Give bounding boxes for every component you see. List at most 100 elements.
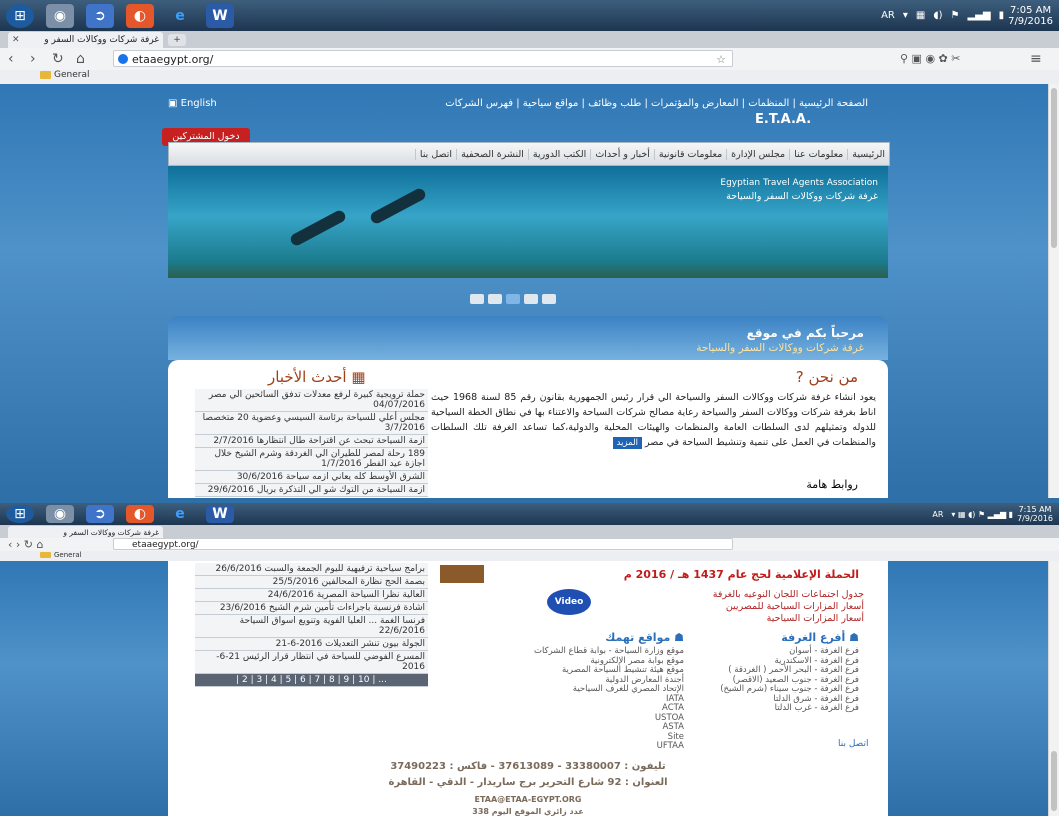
word-taskbar-icon[interactable]: W	[206, 505, 234, 523]
site-icon	[118, 54, 128, 64]
phone-fax: تليفون : 33380007 - 37613089 - فاكس : 37…	[390, 761, 666, 772]
menu-icon[interactable]: ≡	[1030, 51, 1042, 67]
english-link[interactable]: ▣ English	[168, 98, 217, 109]
forward-button[interactable]: ›	[30, 51, 36, 67]
site-logo[interactable]: E.T.A.A.	[755, 112, 811, 127]
address-bar[interactable]: etaaegypt.org/ ☆	[113, 50, 733, 67]
menu-press[interactable]: النشرة الصحفية	[456, 148, 528, 160]
address-bar[interactable]: etaaegypt.org/	[113, 538, 733, 550]
start-button[interactable]: ⊞	[6, 3, 34, 28]
news-pagination[interactable]: ... | 10 | 9 | 8 | 7 | 6 | 5 | 4 | 3 | 2…	[195, 674, 428, 687]
org-name-en: Egyptian Travel Agents Association	[720, 178, 878, 188]
chrome-taskbar-icon[interactable]: ◉	[46, 505, 74, 523]
signal-icon[interactable]: ▂▄▆	[967, 10, 990, 21]
news-item[interactable]: ازمة السياحة تبحث عن اقتراحة طال انتظاره…	[195, 435, 428, 448]
news-item[interactable]: المسرع الفوضي للسياحة في انتظار قرار الر…	[195, 651, 428, 674]
email[interactable]: ETAA@ETAA-EGYPT.ORG	[170, 795, 886, 804]
close-tab-icon[interactable]: ✕	[12, 35, 20, 45]
sites-list: موقع وزارة السياحة - بوابة قطاع الشركات …	[524, 646, 684, 752]
chrome-taskbar-icon[interactable]: ◉	[46, 3, 74, 28]
news-item[interactable]: برامج سياحية ترفيهية لليوم الجمعة والسبت…	[195, 563, 428, 576]
hajj-thumbnail[interactable]	[440, 565, 484, 583]
back-button[interactable]: ‹	[8, 51, 14, 67]
clock[interactable]: 7:15 AM 7/9/2016	[1017, 505, 1053, 523]
page-scrollbar[interactable]	[1048, 84, 1059, 498]
bookmarks-bar: General	[0, 70, 1059, 84]
app-taskbar-icon[interactable]: ➲	[86, 3, 114, 28]
committees-schedule-link[interactable]: جدول اجتماعات اللجان النوعيه بالغرفة	[713, 589, 864, 600]
menu-books[interactable]: الكتب الدورية	[527, 148, 590, 160]
news-item[interactable]: اشادة فرنسية باجراءات تأمين شرم الشيخ 23…	[195, 602, 428, 615]
slider-pager[interactable]	[470, 294, 580, 308]
bookmark-general[interactable]: General	[54, 70, 89, 80]
language-indicator[interactable]: AR	[932, 510, 943, 519]
prices-link[interactable]: أسعار المزارات السياحية	[767, 613, 864, 624]
page-scrollbar-2[interactable]	[1048, 561, 1059, 816]
windows-taskbar-2: ⊞ ◉ ➲ ◐ e W AR ▾ ▦ ◖) ⚑ ▂▄▆ ▮ 7:15 AM 7/9…	[0, 503, 1059, 525]
news-heading: أحدث الأخبار ▦	[268, 368, 366, 386]
extensions-icons[interactable]: ⚲ ▣ ◉ ✿ ✂	[900, 51, 960, 67]
home-button[interactable]: ⌂	[76, 51, 85, 67]
clock[interactable]: 7:05 AM 7/9/2016	[1008, 5, 1053, 27]
video-button[interactable]: Video	[547, 589, 591, 615]
address-row-2: ‹ › ↻ ⌂ etaaegypt.org/	[0, 538, 1059, 551]
language-indicator[interactable]: AR	[881, 10, 895, 21]
news-list-continued: برامج سياحية ترفيهية لليوم الجمعة والسبت…	[195, 563, 428, 687]
battery-icon[interactable]: ▮	[999, 10, 1005, 21]
ie-taskbar-icon[interactable]: e	[166, 505, 194, 523]
menu-board[interactable]: مجلس الإدارة	[726, 148, 789, 160]
app-taskbar-icon[interactable]: ➲	[86, 505, 114, 523]
branches-heading: ☗ أفرع الغرفة	[781, 631, 859, 644]
firefox-taskbar-icon[interactable]: ◐	[126, 505, 154, 523]
top-links[interactable]: الصفحة الرئيسية | المنظمات | المعارض وال…	[445, 98, 868, 109]
ie-taskbar-icon[interactable]: e	[166, 4, 194, 28]
menu-home[interactable]: الرئيسية	[847, 148, 889, 160]
site-link[interactable]: IATA	[524, 694, 684, 705]
browser-tab[interactable]: ✕ غرفة شركات ووكالات السفر و	[8, 32, 163, 48]
news-item[interactable]: الشرق الأوسط كله يعاني ازمه سياحة 30/6/2…	[195, 471, 428, 484]
windows-taskbar: ⊞ ◉ ➲ ◐ e W AR ▾ ▦ ◖) ⚑ ▂▄▆ ▮ 7:05 AM 7/9…	[0, 0, 1059, 31]
site-link[interactable]: USTOA	[524, 713, 684, 724]
volume-icon[interactable]: ◖)	[933, 10, 942, 21]
tray-arrow-icon[interactable]: ▾	[903, 10, 908, 21]
news-item[interactable]: 189 رحلة لمصر للطيران الي الغردقة وشرم ا…	[195, 448, 428, 471]
prices-egyptians-link[interactable]: أسعار المزارات السياحية للمصريين	[726, 601, 864, 612]
menu-about[interactable]: معلومات عنا	[789, 148, 847, 160]
more-button[interactable]: المزيد	[612, 437, 643, 449]
flag-icon[interactable]: ⚑	[951, 10, 960, 21]
bookmark-general[interactable]: General	[54, 551, 82, 559]
welcome-subtitle: غرفة شركات ووكالات السفر والسياحة	[696, 342, 864, 354]
news-item[interactable]: ازمة السياحة من التوك شو الي التذكرة بري…	[195, 484, 428, 497]
tab-strip-2: غرفة شركات ووكالات السفر و	[0, 525, 1059, 538]
menu-contact[interactable]: اتصل بنا	[414, 148, 456, 160]
network-icon[interactable]: ▦	[916, 10, 925, 21]
news-item[interactable]: مجلس أعلي للسياحة برئاسة السيسي وعضوية 2…	[195, 412, 428, 435]
branch-link[interactable]: فرع الغرفة - غرب الدلتا	[719, 703, 859, 714]
welcome-bar: مرحباً بكم في موقع غرفة شركات ووكالات ال…	[168, 316, 888, 360]
address: العنوان : 92 شارع التحرير برج ساريدار - …	[388, 777, 668, 788]
start-button[interactable]: ⊞	[6, 505, 34, 523]
word-taskbar-icon[interactable]: W	[206, 3, 234, 28]
news-item[interactable]: فرنسا الغمة ... العليا الفوية وتنويع اسو…	[195, 615, 428, 638]
news-item[interactable]: حملة ترويجية كبيرة لرفع معدلات تدفق السا…	[195, 389, 428, 412]
contact-link[interactable]: اتصل بنا	[838, 739, 868, 749]
site-link[interactable]: UFTAA	[524, 741, 684, 752]
reload-button[interactable]: ↻	[52, 51, 64, 67]
news-item[interactable]: بصمة الحج نظارة المحالفين 25/5/2016	[195, 576, 428, 589]
news-item[interactable]: العالية نظرا السياحة المصرية 24/6/2016	[195, 589, 428, 602]
org-name-ar: غرفة شركات ووكالات السفر والسياحة	[726, 191, 878, 202]
website-viewport-bottom: برامج سياحية ترفيهية لليوم الجمعة والسبت…	[0, 561, 1059, 816]
diver-image-2	[288, 208, 348, 248]
menu-news[interactable]: أخبار و أحداث	[590, 148, 654, 160]
hajj-campaign-title[interactable]: الحملة الإعلامية لحج عام 1437 هـ / 2016 …	[624, 568, 859, 581]
url-text: etaaegypt.org/	[132, 53, 214, 66]
tray-icons[interactable]: ▾ ▦ ◖) ⚑ ▂▄▆ ▮	[951, 510, 1013, 519]
star-icon[interactable]: ☆	[716, 51, 726, 68]
news-item[interactable]: الجولة بيون تنشر التعديلات 2016-6-21	[195, 638, 428, 651]
site-link[interactable]: الإتحاد المصري للغرف السياحية	[524, 684, 684, 695]
menu-legal[interactable]: معلومات قانونية	[653, 148, 726, 160]
site-link[interactable]: ASTA	[524, 722, 684, 733]
welcome-title: مرحباً بكم في موقع	[746, 326, 864, 340]
new-tab-button[interactable]: +	[168, 34, 186, 46]
firefox-taskbar-icon[interactable]: ◐	[126, 3, 154, 28]
